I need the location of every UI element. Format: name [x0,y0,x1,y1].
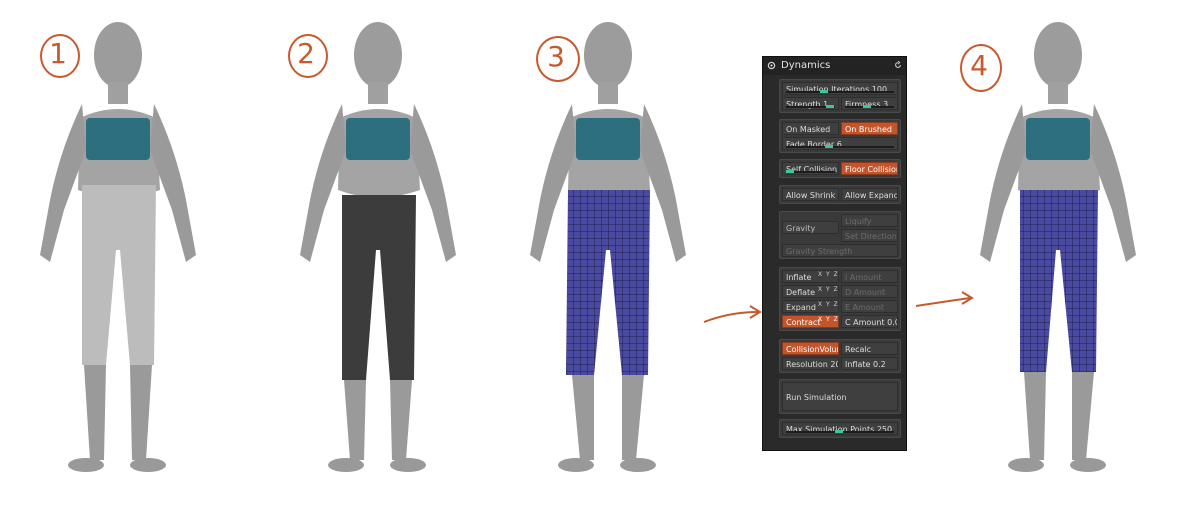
expand-xyz[interactable]: X Y Z [818,301,839,308]
run-simulation-button[interactable]: Run Simulation [782,382,898,411]
group-run: Run Simulation [779,379,901,414]
inflate-value-label: Inflate [845,360,871,369]
dynamics-panel: Dynamics Simulation Iterations 100 Stren… [762,56,907,451]
inflate-xyz[interactable]: X Y Z [818,271,839,278]
c-amount-slider[interactable]: C Amount 0.05 [841,315,898,328]
resolution-slider[interactable]: Resolution 2048 [782,357,839,370]
slider-track [786,430,894,433]
c-amount-label: C Amount [845,318,885,327]
arrow-to-panel [703,305,762,323]
panel-header: Dynamics [763,57,906,75]
firmness-slider[interactable]: Firmness 3 [841,97,898,110]
slider-track [786,170,835,173]
step-1-label: 1 [49,37,67,70]
slider-knob[interactable] [825,105,834,108]
recalc-button[interactable]: Recalc [841,342,898,355]
step-4-label: 4 [970,49,988,82]
group-gravity: Gravity Liquify Set Direction Gravity St… [779,211,901,259]
d-amount-slider[interactable]: D Amount [841,285,898,298]
strength-slider[interactable]: Strength 1 [782,97,839,110]
step-3-label: 3 [547,40,565,73]
group-simulation: Simulation Iterations 100 Strength 1 Fir… [779,79,901,113]
slider-track [845,105,894,108]
on-masked-button[interactable]: On Masked [782,122,839,135]
gravity-button[interactable]: Gravity [782,221,839,234]
slider-knob[interactable] [820,90,829,93]
allow-expand-button[interactable]: Allow Expand [841,188,898,201]
collision-volume-button[interactable]: CollisionVolume [782,342,839,355]
group-masking: On Masked On Brushed Fade Border 6 [779,119,901,153]
arrow-to-result [915,291,974,307]
inflate-value-value: 0.2 [872,360,886,369]
slider-knob[interactable] [834,430,843,433]
refresh-icon[interactable] [894,61,902,69]
self-collision-slider[interactable]: Self Collision 0 [782,162,839,175]
i-amount-slider[interactable]: I Amount [841,270,898,283]
e-amount-slider[interactable]: E Amount [841,300,898,313]
inflate-value-slider[interactable]: Inflate 0.2 [841,357,898,370]
step-2-label: 2 [297,37,315,70]
contract-xyz[interactable]: X Y Z [818,316,839,323]
group-collision: Self Collision 0 Floor Collision [779,159,901,178]
on-brushed-button[interactable]: On Brushed [841,122,898,135]
group-inflate-contract: Inflate X Y Z I Amount Deflate X Y Z D A… [779,267,901,331]
group-shrink-expand: Allow Shrink Allow Expand [779,185,901,204]
panel-title: Dynamics [781,60,831,71]
slider-track [786,90,894,93]
deflate-xyz[interactable]: X Y Z [818,286,839,293]
set-direction-button[interactable]: Set Direction [841,229,898,242]
gravity-strength-slider[interactable]: Gravity Strength [782,244,898,257]
gear-icon[interactable] [767,61,776,70]
max-simulation-points-slider[interactable]: Max Simulation Points 250 [782,422,898,435]
slider-track [786,105,835,108]
simulation-iterations-slider[interactable]: Simulation Iterations 100 [782,82,898,95]
slider-knob[interactable] [862,105,871,108]
allow-shrink-button[interactable]: Allow Shrink [782,188,839,201]
slider-track [786,145,894,148]
figure-3-mesh-pants [530,22,686,472]
slider-knob[interactable] [786,170,794,173]
group-collision-volume: CollisionVolume Recalc Resolution 2048 I… [779,339,901,373]
group-max-points: Max Simulation Points 250 [779,419,901,438]
resolution-value: 2048 [830,360,838,369]
liquify-button[interactable]: Liquify [841,214,898,227]
c-amount-value: 0.05 [887,318,897,327]
fade-border-slider[interactable]: Fade Border 6 [782,137,898,150]
resolution-label: Resolution [786,360,828,369]
floor-collision-button[interactable]: Floor Collision [841,162,898,175]
slider-knob[interactable] [824,145,833,148]
figure-1-grey-pants [40,22,196,472]
